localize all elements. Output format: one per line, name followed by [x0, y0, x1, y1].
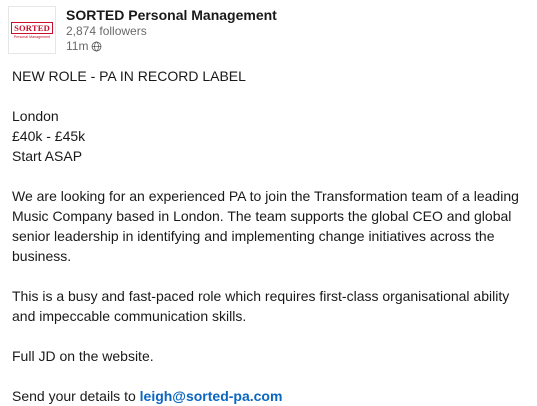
- post-meta: SORTED Personal Management 2,874 followe…: [66, 6, 277, 54]
- post-timestamp-row: 11m: [66, 39, 277, 54]
- post-body: NEW ROLE - PA IN RECORD LABEL London £40…: [12, 66, 532, 406]
- job-start: Start ASAP: [12, 148, 83, 164]
- company-name[interactable]: SORTED Personal Management: [66, 6, 277, 24]
- globe-icon: [92, 41, 102, 52]
- logo-tagline: Personal Management: [13, 34, 51, 39]
- follower-count: 2,874 followers: [66, 24, 147, 38]
- email-link[interactable]: leigh@sorted-pa.com: [140, 388, 283, 404]
- contact-prefix: Send your details to: [12, 388, 140, 404]
- post-time: 11m: [66, 39, 89, 53]
- description-paragraph-2: This is a busy and fast-paced role which…: [12, 288, 510, 324]
- description-paragraph-3: Full JD on the website.: [12, 348, 154, 364]
- feed-post: SORTED Personal Management SORTED Person…: [0, 0, 537, 406]
- post-header: SORTED Personal Management SORTED Person…: [8, 6, 277, 54]
- job-location: London: [12, 108, 59, 124]
- job-details: London £40k - £45k Start ASAP: [12, 106, 532, 166]
- contact-line: Send your details to leigh@sorted-pa.com: [12, 386, 532, 406]
- company-logo[interactable]: SORTED Personal Management: [8, 6, 56, 54]
- job-salary: £40k - £45k: [12, 128, 86, 144]
- post-title: NEW ROLE - PA IN RECORD LABEL: [12, 68, 246, 84]
- description-paragraph-1: We are looking for an experienced PA to …: [12, 188, 519, 264]
- logo-wordmark: SORTED: [11, 21, 53, 34]
